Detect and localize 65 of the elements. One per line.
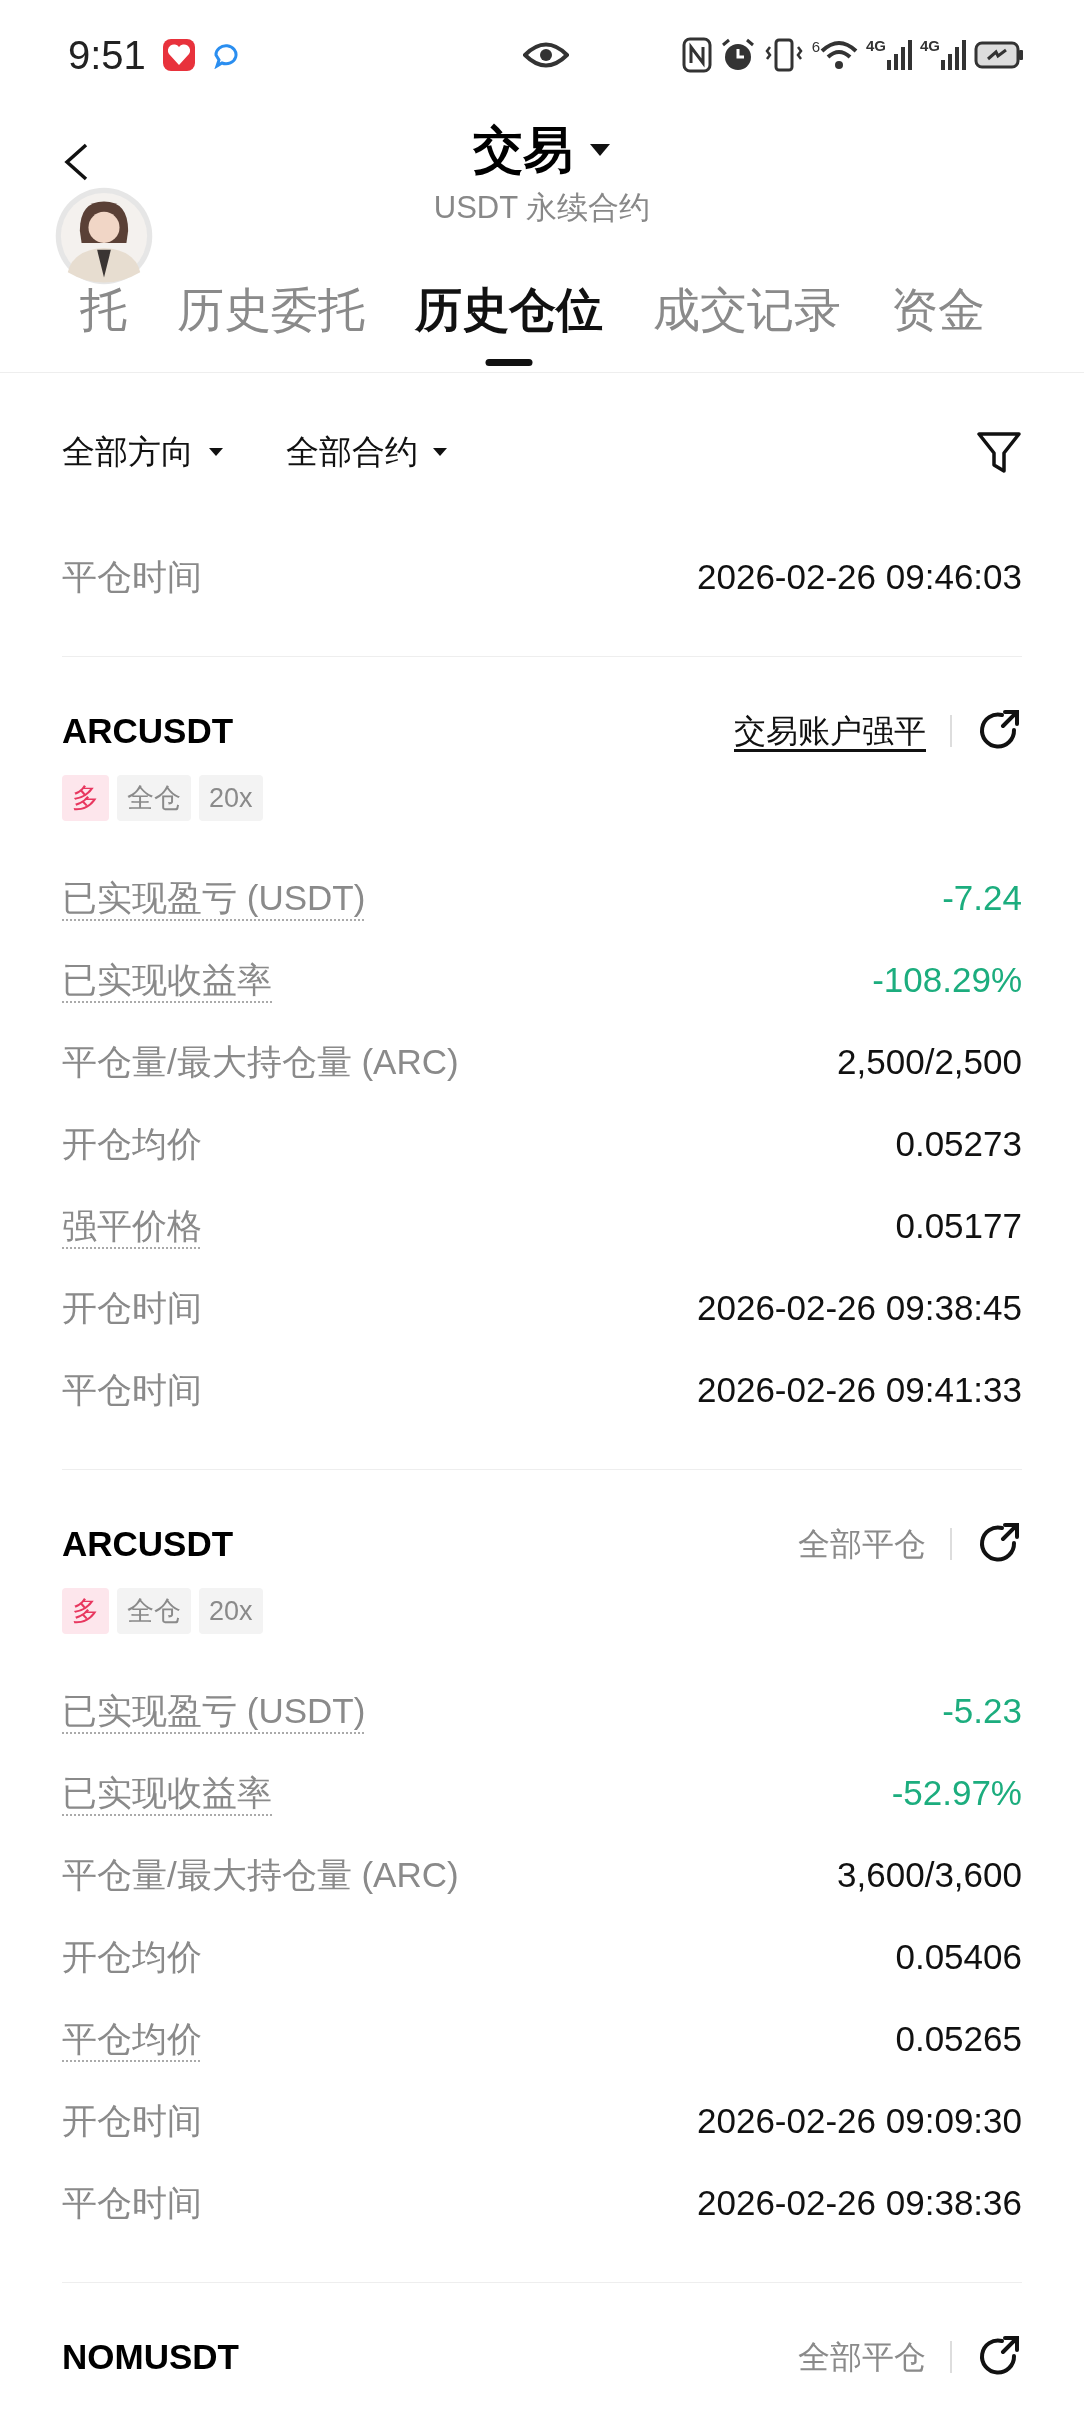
battery-icon [974, 41, 1024, 69]
status-time: 9:51 [68, 32, 146, 79]
field-label: 平仓时间 [62, 1368, 202, 1411]
field-label: 平仓量/最大持仓量 (ARC) [62, 1853, 459, 1896]
tag: 全仓 [117, 1588, 191, 1634]
field-value: 2026-02-26 09:38:36 [697, 2181, 1022, 2224]
field-value: 2026-02-26 09:41:33 [697, 1368, 1022, 1411]
tag: 多 [62, 775, 109, 821]
field-label: 平仓时间 [62, 555, 202, 598]
field-value: 0.05265 [895, 2017, 1022, 2060]
caret-icon [432, 447, 448, 457]
field-value: 0.05273 [895, 1122, 1022, 1165]
field-label: 已实现收益率 [62, 958, 272, 1001]
status-text: 全部平仓 [798, 1525, 926, 1564]
field-value: -108.29% [872, 958, 1022, 1001]
field-label: 平仓时间 [62, 2181, 202, 2224]
alarm-icon [719, 37, 756, 73]
field-value: -5.23 [942, 1689, 1022, 1732]
field-value: 2026-02-26 09:09:30 [697, 2099, 1022, 2142]
nfc-icon [681, 37, 712, 73]
signal-icon [940, 38, 966, 72]
field-value: -7.24 [942, 876, 1022, 919]
field-label: 开仓均价 [62, 1122, 202, 1165]
symbol-title: ARCUSDT [62, 710, 234, 752]
field-label: 已实现盈亏 (USDT) [62, 876, 366, 919]
symbol-title: ARCUSDT [62, 1523, 234, 1565]
wifi-icon [819, 39, 858, 71]
page-title[interactable]: 交易 [473, 118, 573, 182]
tab[interactable]: 历史仓位 [415, 284, 603, 366]
back-icon[interactable] [62, 142, 90, 182]
status-link[interactable]: 交易账户强平 [734, 707, 926, 755]
tag: 全仓 [117, 775, 191, 821]
page-subtitle: USDT 永续合约 [433, 189, 651, 227]
field-label: 强平价格 [62, 1204, 202, 1247]
vibrate-icon [763, 37, 804, 73]
field-value: 0.05177 [895, 1204, 1022, 1247]
filter-dropdown[interactable]: 全部合约 [286, 427, 448, 477]
filter-dropdown[interactable]: 全部方向 [62, 427, 224, 477]
field-value: 2026-02-26 09:46:03 [697, 555, 1022, 598]
field-label: 开仓均价 [62, 1935, 202, 1978]
app-icon [161, 38, 196, 72]
field-label: 已实现收益率 [62, 1771, 272, 1814]
status-text: 全部平仓 [798, 2338, 926, 2377]
field-label: 平仓均价 [62, 2017, 202, 2060]
filter-icon[interactable] [976, 429, 1022, 475]
signal-icon [886, 38, 912, 72]
caret-icon [208, 447, 224, 457]
network-label: 4G [920, 38, 940, 53]
eye-icon [523, 40, 569, 70]
network-label: 4G [865, 38, 886, 53]
symbol-title: NOMUSDT [62, 2336, 239, 2378]
field-value: 2,500/2,500 [837, 1040, 1022, 1083]
field-value: -52.97% [891, 1771, 1022, 1814]
field-label: 开仓时间 [62, 1286, 202, 1329]
caret-icon[interactable] [589, 143, 611, 157]
field-label: 平仓量/最大持仓量 (ARC) [62, 1040, 459, 1083]
wifi-label: 6 [811, 39, 820, 54]
field-label: 已实现盈亏 (USDT) [62, 1689, 366, 1732]
tag: 20x [199, 1588, 263, 1634]
tag: 多 [62, 1588, 109, 1634]
field-value: 2026-02-26 09:38:45 [697, 1286, 1022, 1329]
tag: 20x [199, 775, 263, 821]
field-value: 3,600/3,600 [837, 1853, 1022, 1896]
field-label: 开仓时间 [62, 2099, 202, 2142]
field-value: 0.05406 [895, 1935, 1022, 1978]
